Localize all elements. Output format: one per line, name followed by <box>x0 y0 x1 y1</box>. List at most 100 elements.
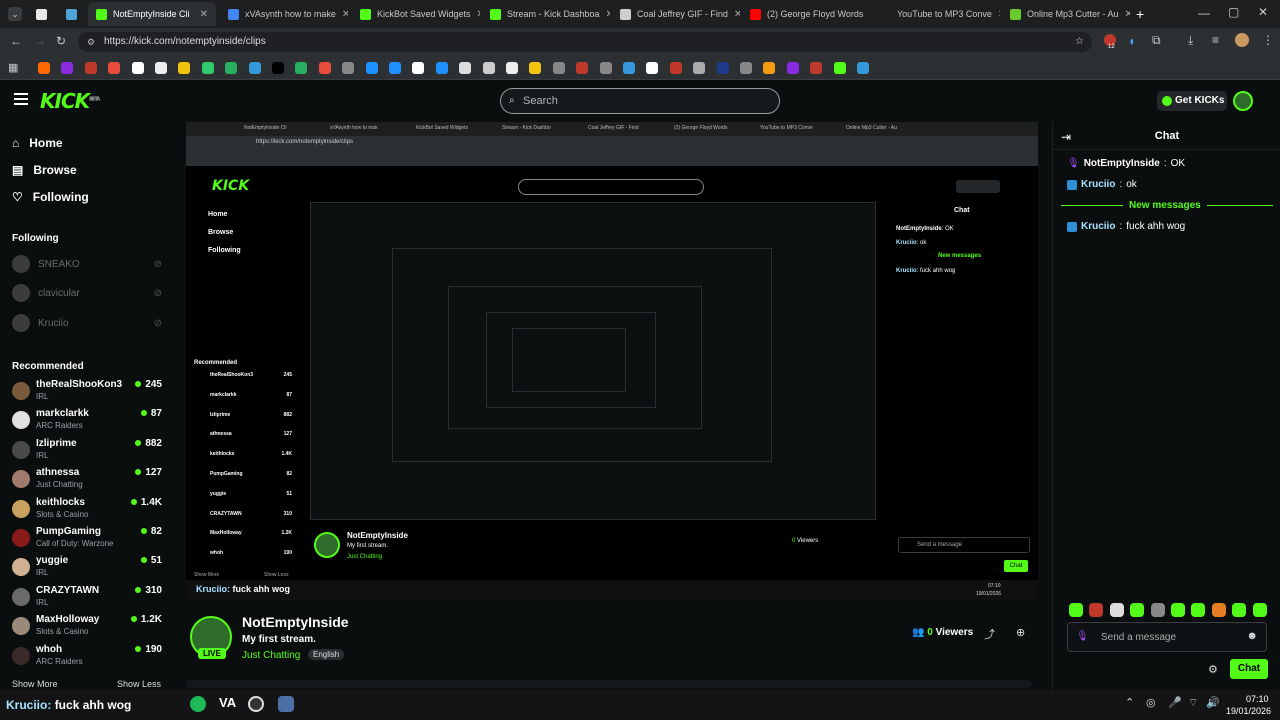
bookmark-icon[interactable] <box>201 62 214 74</box>
tab-1[interactable] <box>58 2 84 26</box>
bookmark-icon[interactable] <box>623 62 635 74</box>
browser-tab[interactable]: KickBot Saved Widgets ✕ <box>352 2 480 26</box>
bookmark-icon[interactable] <box>248 62 261 74</box>
browser-tab[interactable]: (2) George Floyd Words ✕ <box>742 2 870 26</box>
tab-list-dropdown-icon[interactable]: ⌄ <box>8 7 22 21</box>
emote-icon[interactable] <box>1089 603 1104 617</box>
language-tag[interactable]: English <box>308 649 345 660</box>
recommended-channel[interactable]: markclarkk ARC Raiders 87 <box>12 407 162 435</box>
emote-icon[interactable] <box>1232 603 1247 617</box>
kick-logo[interactable]: KICKBETA <box>40 89 100 113</box>
show-less-button[interactable]: Show Less <box>117 679 161 689</box>
close-tab-icon[interactable]: ✕ <box>606 9 610 20</box>
spotify-icon[interactable] <box>190 696 206 712</box>
tray-network-icon[interactable]: ◎ <box>1146 696 1156 709</box>
bookmark-icon[interactable] <box>412 62 425 74</box>
recommended-channel[interactable]: whoh ARC Raiders 190 <box>12 643 162 671</box>
recommended-channel[interactable]: Izliprime IRL 882 <box>12 437 162 465</box>
obs-icon[interactable] <box>248 696 264 712</box>
bookmark-icon[interactable] <box>318 62 331 74</box>
bookmark-icon[interactable] <box>178 62 191 74</box>
bookmark-icon[interactable] <box>365 62 378 74</box>
browser-tab[interactable]: Online Mp3 Cutter - Au ✕ <box>1002 2 1130 26</box>
tray-wifi-icon[interactable]: ⌔ <box>1188 696 1198 710</box>
bookmark-icon[interactable] <box>272 62 284 74</box>
send-chat-button[interactable]: Chat <box>1230 659 1268 679</box>
recommended-channel[interactable]: CRAZYTAWN IRL 310 <box>12 584 162 612</box>
bookmark-icon[interactable] <box>599 62 612 74</box>
chat-message[interactable]: Kruciio: ok <box>1067 179 1137 190</box>
following-channel[interactable]: clavicular ⊘ <box>12 284 162 302</box>
bookmark-icon[interactable] <box>108 62 121 74</box>
emote-icon[interactable] <box>1252 603 1267 617</box>
new-tab-icon[interactable]: + <box>1136 6 1144 22</box>
taskbar-date[interactable]: 19/01/2026 <box>1226 706 1271 716</box>
hamburger-menu-icon[interactable] <box>14 93 28 105</box>
recommended-channel[interactable]: PumpGaming Call of Duty: Warzone 82 <box>12 525 162 553</box>
bookmark-icon[interactable] <box>84 62 97 74</box>
extensions-puzzle-icon[interactable]: ⧉ <box>1152 33 1161 48</box>
search-input[interactable]: ⌕ Search <box>500 88 780 114</box>
close-tab-icon[interactable]: ✕ <box>200 9 208 20</box>
emote-icon[interactable] <box>1171 603 1185 617</box>
bookmark-icon[interactable] <box>155 62 167 74</box>
bookmark-icon[interactable] <box>693 62 706 74</box>
browser-tab[interactable]: NotEmptyInside Cli ✕ <box>88 2 216 26</box>
minimize-icon[interactable]: — <box>1198 6 1210 20</box>
recommended-channel[interactable]: yuggie IRL 51 <box>12 554 162 582</box>
sidebar-item-following[interactable]: ♡ Following <box>12 190 89 204</box>
sidebar-item-home[interactable]: ⌂ Home <box>12 136 63 150</box>
bookmark-icon[interactable] <box>669 62 682 74</box>
sidebar-item-browse[interactable]: ▤ Browse <box>12 163 77 177</box>
bookmark-star-icon[interactable]: ☆ <box>1075 32 1084 52</box>
bookmark-icon[interactable] <box>225 62 238 74</box>
bookmark-icon[interactable] <box>131 62 144 74</box>
chat-username[interactable]: Kruciio <box>1081 179 1115 190</box>
camera-icon[interactable] <box>278 696 294 712</box>
bookmark-icon[interactable] <box>295 62 308 74</box>
category-link[interactable]: Just Chatting <box>242 650 300 661</box>
close-window-icon[interactable]: ✕ <box>1258 5 1268 19</box>
emote-icon[interactable] <box>1069 603 1083 617</box>
chat-message[interactable]: Kruciio: fuck ahh wog <box>1067 221 1185 232</box>
bookmark-icon[interactable] <box>342 62 355 74</box>
maximize-icon[interactable]: ▢ <box>1228 5 1239 19</box>
va-app-icon[interactable]: VA <box>219 695 236 710</box>
chat-settings-gear-icon[interactable]: ⚙ <box>1208 663 1218 676</box>
recommended-channel[interactable]: MaxHolloway Slots & Casino 1.2K <box>12 613 162 641</box>
chat-message[interactable]: 🎙 NotEmptyInside: OK <box>1067 158 1185 169</box>
close-tab-icon[interactable]: ✕ <box>869 9 870 20</box>
bookmark-icon[interactable] <box>833 62 846 74</box>
bookmark-icon[interactable] <box>389 62 401 74</box>
browser-tab[interactable]: Stream - Kick Dashboa ✕ <box>482 2 610 26</box>
video-player[interactable]: NotEmptyInside Cli xVAsynth how to mak Kic… <box>186 122 1038 600</box>
tray-volume-icon[interactable]: 🔊 <box>1206 696 1220 709</box>
emote-icon[interactable] <box>1150 603 1165 617</box>
emoji-icon[interactable]: ☻ <box>1246 630 1258 642</box>
profile-avatar[interactable] <box>1235 33 1249 47</box>
browser-tab[interactable]: xVAsynth how to make ✕ <box>220 2 348 26</box>
browser-tab[interactable]: Coal Jeffrey GIF - Find ✕ <box>612 2 740 26</box>
show-more-button[interactable]: Show More <box>12 679 58 689</box>
apps-grid-icon[interactable]: ▦ <box>8 61 18 74</box>
bookmark-icon[interactable] <box>506 62 518 74</box>
forward-icon[interactable]: → <box>34 34 46 48</box>
close-tab-icon[interactable]: ✕ <box>1125 9 1130 20</box>
bookmark-icon[interactable] <box>810 62 823 74</box>
bookmark-icon[interactable] <box>459 62 472 74</box>
chat-username[interactable]: NotEmptyInside <box>1084 158 1160 169</box>
following-channel[interactable]: Kruciio ⊘ <box>12 314 162 332</box>
bookmark-icon[interactable] <box>529 62 542 74</box>
get-kicks-button[interactable]: Get KICKs <box>1157 91 1227 111</box>
taskbar-time[interactable]: 07:10 <box>1246 694 1269 704</box>
site-info-icon[interactable]: ⚙ <box>87 32 95 52</box>
bookmark-icon[interactable] <box>482 62 495 74</box>
share-icon[interactable]: ⤴ <box>984 626 995 642</box>
emote-icon[interactable] <box>1130 603 1145 617</box>
emote-icon[interactable] <box>1191 603 1206 617</box>
bookmark-icon[interactable] <box>552 62 565 74</box>
close-tab-icon[interactable]: ✕ <box>477 9 480 20</box>
bookmark-icon[interactable] <box>786 62 799 74</box>
user-avatar[interactable] <box>1233 91 1253 111</box>
chat-input[interactable]: 🎙 Send a message ☻ <box>1067 622 1267 652</box>
